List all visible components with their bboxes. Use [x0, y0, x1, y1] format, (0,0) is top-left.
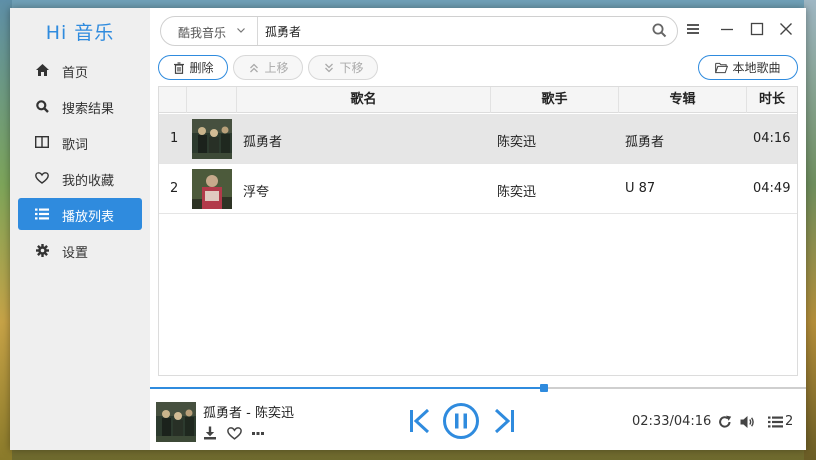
sidebar-item-label: 歌词: [62, 138, 89, 153]
previous-track-icon[interactable]: [408, 407, 432, 435]
row-album: U 87: [625, 181, 656, 196]
trash-icon: [172, 61, 185, 74]
home-icon: [34, 62, 50, 78]
local-songs-button[interactable]: 本地歌曲: [698, 55, 798, 80]
double-chevron-down-icon: [322, 61, 335, 74]
sidebar-item-search-results[interactable]: 搜索结果: [18, 90, 142, 122]
sidebar-item-playlist[interactable]: 播放列表: [18, 198, 142, 230]
search-icon: [34, 98, 50, 114]
table-row[interactable]: 2 浮夸 陈奕迅 U 87 04:49: [159, 164, 797, 214]
source-select[interactable]: 酷我音乐: [161, 17, 258, 45]
row-index: 2: [170, 181, 179, 196]
playlist-icon: [34, 206, 50, 222]
double-chevron-up-icon: [247, 61, 260, 74]
download-icon[interactable]: [202, 426, 218, 440]
sidebar: Hi 音乐 首页 搜索结果 歌词 我的收藏 播放列表 设置: [10, 8, 150, 450]
move-up-button[interactable]: 上移: [233, 55, 303, 80]
sidebar-item-label: 我的收藏: [62, 174, 115, 189]
row-album: 孤勇者: [625, 135, 665, 150]
row-duration: 04:49: [753, 181, 791, 196]
move-down-button-label: 下移: [339, 61, 364, 75]
table-header-album[interactable]: 专辑: [619, 87, 747, 113]
sidebar-item-label: 设置: [62, 246, 89, 261]
sidebar-item-settings[interactable]: 设置: [18, 234, 142, 266]
menu-icon[interactable]: [684, 20, 702, 38]
chevron-down-icon: [236, 24, 246, 38]
folder-open-icon: [715, 61, 729, 74]
table-header-title[interactable]: 歌名: [237, 87, 491, 113]
delete-button[interactable]: 删除: [158, 55, 228, 80]
playback-time: 02:33/04:16: [632, 414, 712, 429]
pause-icon[interactable]: [442, 402, 480, 440]
row-artist: 陈奕迅: [497, 135, 537, 150]
move-up-button-label: 上移: [264, 61, 289, 75]
app-window: Hi 音乐 首页 搜索结果 歌词 我的收藏 播放列表 设置 酷我音乐 孤勇者 删…: [10, 8, 806, 450]
row-artist: 陈奕迅: [497, 185, 537, 200]
table-header-cover: [187, 87, 237, 113]
sidebar-item-label: 播放列表: [62, 210, 115, 225]
repeat-icon[interactable]: [717, 414, 733, 430]
queue-icon[interactable]: [767, 414, 783, 430]
search-icon[interactable]: [652, 23, 668, 39]
table-header-duration[interactable]: 时长: [747, 87, 797, 113]
album-cover-image: [192, 119, 232, 159]
source-select-value: 酷我音乐: [178, 26, 227, 40]
minimize-icon[interactable]: [718, 20, 736, 38]
row-index: 1: [170, 131, 179, 146]
sidebar-item-label: 搜索结果: [62, 102, 115, 117]
heart-icon: [34, 170, 50, 186]
playback-progress-bar[interactable]: [150, 384, 806, 392]
table-row[interactable]: 1 孤勇者 陈奕迅 孤勇者 04:16: [159, 114, 797, 164]
move-down-button[interactable]: 下移: [308, 55, 378, 80]
playback-progress-fill: [150, 387, 544, 389]
delete-button-label: 删除: [189, 61, 214, 75]
next-track-icon[interactable]: [492, 407, 516, 435]
volume-icon[interactable]: [740, 414, 756, 430]
row-title: 浮夸: [243, 185, 270, 200]
now-playing-title: 孤勇者 - 陈奕迅: [203, 406, 294, 421]
now-playing-cover-image: [156, 402, 196, 442]
sidebar-item-label: 首页: [62, 66, 89, 81]
table-header-artist[interactable]: 歌手: [491, 87, 619, 113]
playback-progress-handle[interactable]: [540, 384, 548, 392]
sidebar-item-lyrics[interactable]: 歌词: [18, 126, 142, 158]
playlist-table: 歌名 歌手 专辑 时长 1 孤勇者 陈奕迅 孤勇者 04:16 2 浮夸 陈奕迅…: [158, 86, 798, 376]
maximize-icon[interactable]: [748, 20, 766, 38]
search-bar: 酷我音乐: [160, 16, 678, 46]
row-duration: 04:16: [753, 131, 791, 146]
app-logo: Hi 音乐: [45, 22, 115, 44]
table-header: 歌名 歌手 专辑 时长: [159, 87, 797, 113]
heart-icon[interactable]: [226, 426, 242, 440]
row-title: 孤勇者: [243, 135, 283, 150]
search-input[interactable]: [265, 21, 645, 41]
sidebar-item-home[interactable]: 首页: [18, 54, 142, 86]
sidebar-item-favorites[interactable]: 我的收藏: [18, 162, 142, 194]
local-songs-button-label: 本地歌曲: [732, 61, 781, 75]
album-cover-image: [192, 169, 232, 209]
more-icon[interactable]: [250, 426, 266, 440]
table-header-index: [159, 87, 187, 113]
lyrics-icon: [34, 134, 50, 150]
gear-icon: [34, 242, 50, 258]
close-icon[interactable]: [777, 20, 795, 38]
queue-count: 2: [785, 414, 794, 429]
